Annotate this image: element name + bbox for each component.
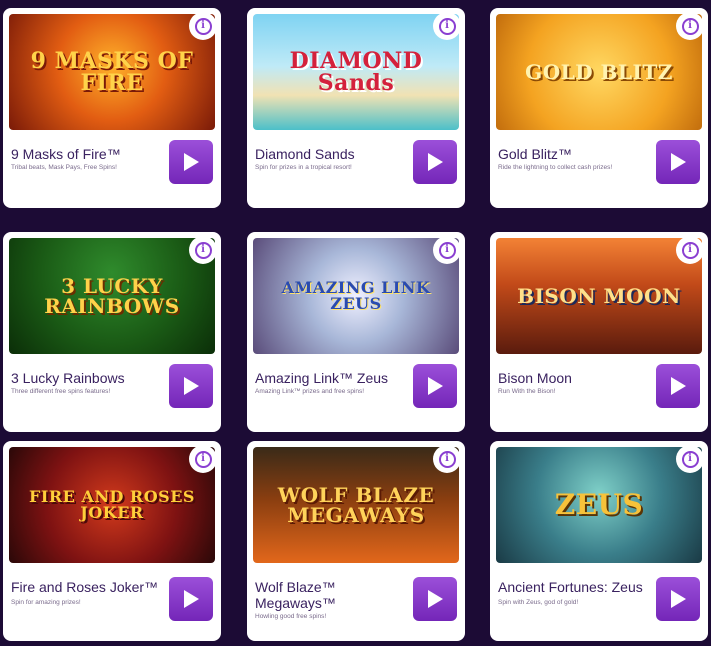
game-description: Spin for amazing prizes! bbox=[11, 599, 81, 606]
info-button[interactable]: i bbox=[676, 236, 704, 264]
game-thumbnail[interactable]: DIAMOND Sands bbox=[253, 14, 459, 130]
info-button[interactable]: i bbox=[433, 445, 461, 473]
play-button[interactable] bbox=[656, 577, 700, 621]
game-card-ancient-fortunes-zeus[interactable]: ZEUS i Ancient Fortunes: Zeus Spin with … bbox=[490, 441, 708, 641]
game-card-wolf-blaze-megaways[interactable]: WOLF BLAZE MEGAWAYS i Wolf Blaze™ Megawa… bbox=[247, 441, 465, 641]
play-button[interactable] bbox=[413, 364, 457, 408]
game-title: Bison Moon bbox=[498, 370, 572, 386]
info-button[interactable]: i bbox=[189, 12, 217, 40]
game-thumbnail[interactable]: GOLD BLITZ bbox=[496, 14, 702, 130]
play-button[interactable] bbox=[413, 140, 457, 184]
play-icon bbox=[671, 153, 686, 171]
play-icon bbox=[671, 590, 686, 608]
game-thumbnail[interactable]: AMAZING LINK ZEUS bbox=[253, 238, 459, 354]
game-art-title: FIRE AND ROSES JOKER bbox=[29, 487, 195, 522]
info-button[interactable]: i bbox=[189, 445, 217, 473]
game-title: Gold Blitz™ bbox=[498, 146, 572, 162]
game-card-gold-blitz[interactable]: GOLD BLITZ i Gold Blitz™ Ride the lightn… bbox=[490, 8, 708, 208]
game-card-diamond-sands[interactable]: DIAMOND Sands i Diamond Sands Spin for p… bbox=[247, 8, 465, 208]
game-title: 3 Lucky Rainbows bbox=[11, 370, 125, 386]
play-button[interactable] bbox=[656, 140, 700, 184]
play-icon bbox=[428, 377, 443, 395]
game-art-title: 3 LUCKY RAINBOWS bbox=[44, 274, 180, 318]
game-title: Fire and Roses Joker™ bbox=[11, 579, 159, 595]
info-button[interactable]: i bbox=[676, 445, 704, 473]
play-icon bbox=[671, 377, 686, 395]
game-card-3-lucky-rainbows[interactable]: 3 LUCKY RAINBOWS i 3 Lucky Rainbows Thre… bbox=[3, 232, 221, 432]
game-art-title: AMAZING LINK ZEUS bbox=[281, 278, 431, 313]
game-thumbnail[interactable]: BISON MOON bbox=[496, 238, 702, 354]
game-description: Run With the Bison! bbox=[498, 388, 556, 395]
play-icon bbox=[428, 153, 443, 171]
play-button[interactable] bbox=[169, 364, 213, 408]
game-grid: 9 MASKS OF FIRE i 9 Masks of Fire™ Triba… bbox=[0, 0, 711, 646]
game-art-title: 9 MASKS OF FIRE bbox=[30, 48, 194, 96]
game-thumbnail[interactable]: ZEUS bbox=[496, 447, 702, 563]
game-thumbnail[interactable]: WOLF BLAZE MEGAWAYS bbox=[253, 447, 459, 563]
info-icon: i bbox=[681, 241, 699, 259]
game-thumbnail[interactable]: FIRE AND ROSES JOKER bbox=[9, 447, 215, 563]
play-icon bbox=[184, 153, 199, 171]
game-description: Spin for prizes in a tropical resort! bbox=[255, 164, 352, 171]
play-icon bbox=[428, 590, 443, 608]
play-button[interactable] bbox=[413, 577, 457, 621]
game-title: Diamond Sands bbox=[255, 146, 355, 162]
game-description: Tribal beats, Mask Pays, Free Spins! bbox=[11, 164, 117, 171]
game-art-title: WOLF BLAZE MEGAWAYS bbox=[277, 483, 435, 527]
play-icon bbox=[184, 590, 199, 608]
play-button[interactable] bbox=[169, 577, 213, 621]
game-card-bison-moon[interactable]: BISON MOON i Bison Moon Run With the Bis… bbox=[490, 232, 708, 432]
info-button[interactable]: i bbox=[676, 12, 704, 40]
play-button[interactable] bbox=[656, 364, 700, 408]
info-icon: i bbox=[194, 241, 212, 259]
info-button[interactable]: i bbox=[189, 236, 217, 264]
game-title: Wolf Blaze™ Megaways™ bbox=[255, 579, 336, 611]
game-description: Three different free spins features! bbox=[11, 388, 111, 395]
info-icon: i bbox=[681, 450, 699, 468]
info-icon: i bbox=[438, 450, 456, 468]
game-title: 9 Masks of Fire™ bbox=[11, 146, 121, 162]
game-card-fire-and-roses-joker[interactable]: FIRE AND ROSES JOKER i Fire and Roses Jo… bbox=[3, 441, 221, 641]
info-icon: i bbox=[438, 241, 456, 259]
info-icon: i bbox=[194, 450, 212, 468]
game-card-amazing-link-zeus[interactable]: AMAZING LINK ZEUS i Amazing Link™ Zeus A… bbox=[247, 232, 465, 432]
info-button[interactable]: i bbox=[433, 236, 461, 264]
info-icon: i bbox=[194, 17, 212, 35]
game-art-title: ZEUS bbox=[554, 488, 644, 521]
game-art-title: GOLD BLITZ bbox=[525, 60, 673, 84]
info-icon: i bbox=[681, 17, 699, 35]
game-card-9-masks-of-fire[interactable]: 9 MASKS OF FIRE i 9 Masks of Fire™ Triba… bbox=[3, 8, 221, 208]
game-description: Spin with Zeus, god of gold! bbox=[498, 599, 579, 606]
play-icon bbox=[184, 377, 199, 395]
game-art-title: BISON MOON bbox=[517, 284, 681, 308]
game-title: Ancient Fortunes: Zeus bbox=[498, 579, 643, 595]
info-icon: i bbox=[438, 17, 456, 35]
play-button[interactable] bbox=[169, 140, 213, 184]
info-button[interactable]: i bbox=[433, 12, 461, 40]
game-description: Ride the lightning to collect cash prize… bbox=[498, 164, 613, 171]
game-title: Amazing Link™ Zeus bbox=[255, 370, 389, 386]
game-thumbnail[interactable]: 9 MASKS OF FIRE bbox=[9, 14, 215, 130]
game-thumbnail[interactable]: 3 LUCKY RAINBOWS bbox=[9, 238, 215, 354]
game-description: Howling good free spins! bbox=[255, 613, 327, 620]
game-description: Amazing Link™ prizes and free spins! bbox=[255, 388, 365, 395]
game-art-title: DIAMOND Sands bbox=[289, 48, 423, 96]
